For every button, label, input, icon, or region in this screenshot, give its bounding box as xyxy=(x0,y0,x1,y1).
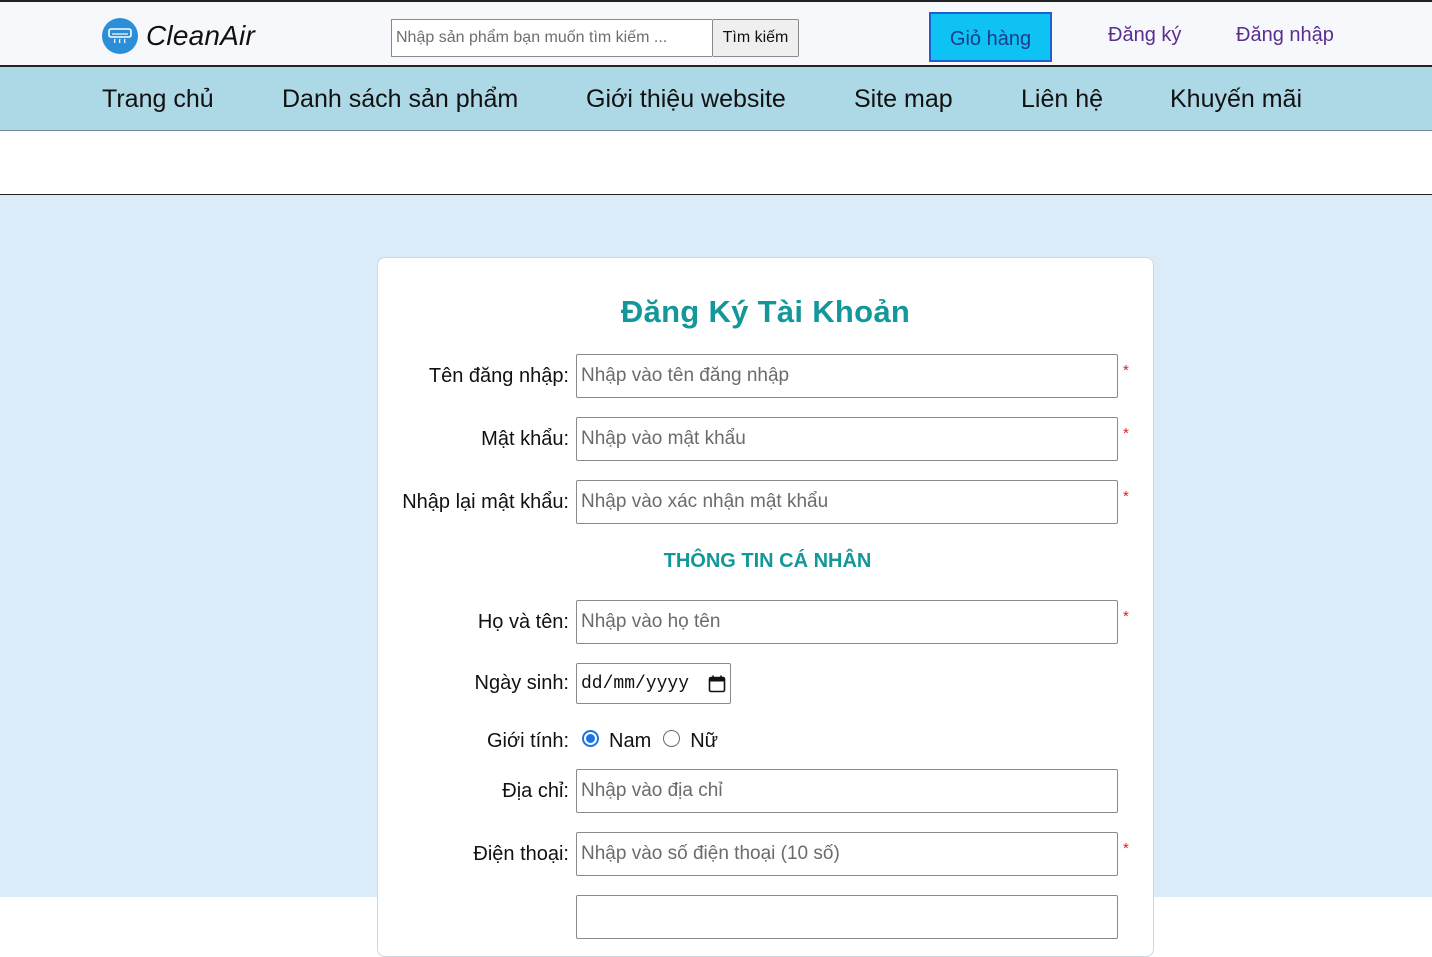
site-header: CleanAir Tìm kiếm Giỏ hàng Đăng ký Đăng … xyxy=(0,0,1432,67)
fullname-label: Họ và tên: xyxy=(477,611,569,633)
fullname-row: Họ và tên: * xyxy=(378,600,1153,644)
password-input[interactable] xyxy=(576,417,1118,461)
search-button[interactable]: Tìm kiếm xyxy=(712,19,799,57)
logo-text: CleanAir xyxy=(146,20,255,51)
nav-item-contact[interactable]: Liên hệ xyxy=(1021,85,1103,114)
password-label: Mật khẩu: xyxy=(481,428,569,450)
date-format-text: dd/mm/yyyy xyxy=(581,673,690,694)
confirm-password-label: Nhập lại mật khẩu: xyxy=(402,491,569,513)
personal-info-heading: THÔNG TIN CÁ NHÂN xyxy=(663,550,872,572)
phone-input[interactable] xyxy=(576,832,1118,876)
address-input[interactable] xyxy=(576,769,1118,813)
gender-options: Nam Nữ xyxy=(576,719,724,763)
required-mark: * xyxy=(1123,488,1129,505)
username-label: Tên đăng nhập: xyxy=(428,365,569,387)
search-form: Tìm kiếm xyxy=(391,19,799,57)
nav-item-home[interactable]: Trang chủ xyxy=(102,85,214,114)
confirm-password-row: Nhập lại mật khẩu: * xyxy=(378,480,1153,524)
gender-label: Giới tính: xyxy=(486,730,569,752)
main-content: Đăng Ký Tài Khoản Tên đăng nhập: * Mật k… xyxy=(0,195,1432,957)
address-row: Địa chỉ: xyxy=(378,769,1153,813)
username-row: Tên đăng nhập: * xyxy=(378,354,1153,398)
address-label: Địa chỉ: xyxy=(502,780,569,802)
form-title: Đăng Ký Tài Khoản xyxy=(620,294,911,329)
main-nav: Trang chủ Danh sách sản phẩm Giới thiệu … xyxy=(0,67,1432,131)
next-field-input[interactable] xyxy=(576,895,1118,939)
nav-item-about[interactable]: Giới thiệu website xyxy=(586,85,786,114)
next-field-row xyxy=(378,895,1153,939)
search-input[interactable] xyxy=(391,19,712,57)
air-conditioner-icon xyxy=(102,18,138,54)
gender-row: Giới tính: Nam Nữ xyxy=(378,719,1153,763)
gender-radio-female[interactable] xyxy=(663,729,681,747)
logo[interactable]: CleanAir xyxy=(102,18,255,54)
calendar-icon[interactable] xyxy=(708,675,726,699)
register-link[interactable]: Đăng ký xyxy=(1108,24,1181,47)
phone-row: Điện thoại: * xyxy=(378,832,1153,876)
nav-item-sitemap[interactable]: Site map xyxy=(854,85,953,114)
gender-radio-male[interactable] xyxy=(582,729,599,747)
gender-option-female-label: Nữ xyxy=(690,729,719,752)
login-link[interactable]: Đăng nhập xyxy=(1236,24,1334,47)
required-mark: * xyxy=(1123,425,1129,442)
required-mark: * xyxy=(1123,608,1129,625)
cart-button[interactable]: Giỏ hàng xyxy=(929,12,1052,62)
required-mark: * xyxy=(1123,840,1129,857)
gender-option-male-label: Nam xyxy=(609,729,652,752)
birthday-label: Ngày sinh: xyxy=(474,672,570,694)
nav-item-promotions[interactable]: Khuyến mãi xyxy=(1170,85,1302,114)
register-form: Đăng Ký Tài Khoản Tên đăng nhập: * Mật k… xyxy=(377,257,1154,957)
nav-item-products[interactable]: Danh sách sản phẩm xyxy=(282,85,518,114)
phone-label: Điện thoại: xyxy=(473,843,569,865)
fullname-input[interactable] xyxy=(576,600,1118,644)
birthday-row: Ngày sinh: dd/mm/yyyy xyxy=(378,663,1153,707)
username-input[interactable] xyxy=(576,354,1118,398)
birthday-date-input[interactable]: dd/mm/yyyy xyxy=(576,663,731,704)
confirm-password-input[interactable] xyxy=(576,480,1118,524)
required-mark: * xyxy=(1123,362,1129,379)
password-row: Mật khẩu: * xyxy=(378,417,1153,461)
blank-banner xyxy=(0,131,1432,195)
